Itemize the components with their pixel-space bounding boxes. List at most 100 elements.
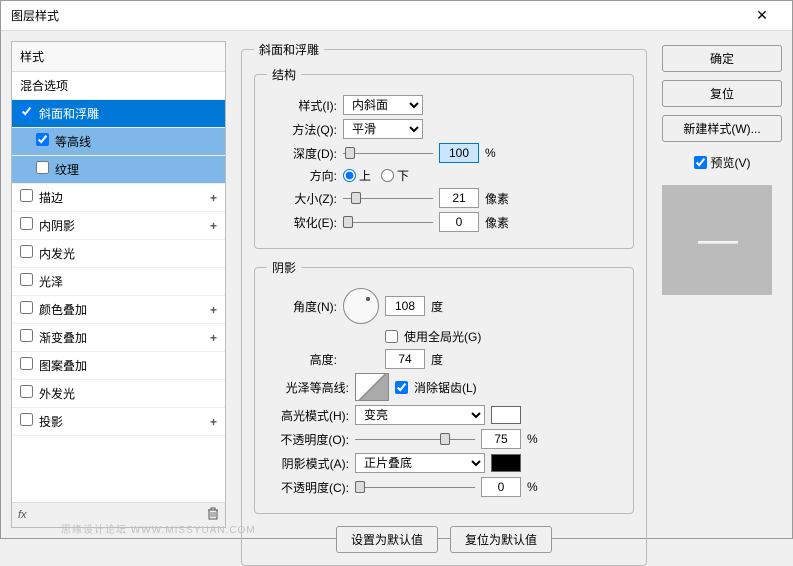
new-style-button[interactable]: 新建样式(W)... <box>662 115 782 142</box>
style-item-label: 纹理 <box>55 163 79 177</box>
style-checkbox[interactable] <box>20 217 33 230</box>
close-icon: ✕ <box>756 7 768 24</box>
shading-legend: 阴影 <box>267 259 301 276</box>
antialias-label: 消除锯齿(L) <box>414 379 477 396</box>
highlight-opacity-slider[interactable] <box>355 431 475 447</box>
style-item-3[interactable]: 纹理 <box>12 156 225 184</box>
style-checkbox[interactable] <box>20 357 33 370</box>
reset-default-button[interactable]: 复位为默认值 <box>450 526 552 553</box>
highlight-opacity-input[interactable] <box>481 429 521 449</box>
structure-legend: 结构 <box>267 66 301 83</box>
depth-input[interactable] <box>439 143 479 163</box>
direction-up[interactable]: 上 <box>343 167 371 184</box>
style-label: 样式(I): <box>267 97 337 114</box>
style-checkbox[interactable] <box>20 245 33 258</box>
global-light-label: 使用全局光(G) <box>404 328 481 345</box>
action-panel: 确定 复位 新建样式(W)... 预览(V) <box>662 41 782 528</box>
preview-checkbox[interactable] <box>694 156 707 169</box>
plus-icon[interactable]: + <box>210 415 217 429</box>
style-item-label: 描边 <box>39 191 63 205</box>
make-default-button[interactable]: 设置为默认值 <box>336 526 438 553</box>
direction-down-radio[interactable] <box>381 169 394 182</box>
structure-group: 结构 样式(I): 内斜面 方法(Q): 平滑 深度(D): % <box>254 66 634 249</box>
size-label: 大小(Z): <box>267 190 337 207</box>
shadow-mode-select[interactable]: 正片叠底 <box>355 453 485 473</box>
style-checkbox[interactable] <box>20 105 33 118</box>
altitude-unit: 度 <box>431 351 455 368</box>
depth-slider[interactable] <box>343 145 433 161</box>
shadow-opacity-input[interactable] <box>481 477 521 497</box>
style-checkbox[interactable] <box>20 273 33 286</box>
altitude-input[interactable] <box>385 349 425 369</box>
technique-select[interactable]: 平滑 <box>343 119 423 139</box>
altitude-label: 高度: <box>267 351 337 368</box>
soften-unit: 像素 <box>485 214 509 231</box>
style-item-10[interactable]: 图案叠加 <box>12 352 225 380</box>
soften-input[interactable] <box>439 212 479 232</box>
style-item-6[interactable]: 内发光 <box>12 240 225 268</box>
style-item-7[interactable]: 光泽 <box>12 268 225 296</box>
fx-icon[interactable]: fx <box>18 509 27 521</box>
plus-icon[interactable]: + <box>210 191 217 205</box>
plus-icon[interactable]: + <box>210 219 217 233</box>
depth-unit: % <box>485 146 509 160</box>
angle-dial[interactable] <box>343 288 379 324</box>
style-checkbox[interactable] <box>20 385 33 398</box>
highlight-color-swatch[interactable] <box>491 406 521 424</box>
highlight-mode-label: 高光模式(H): <box>267 407 349 424</box>
style-item-label: 等高线 <box>55 135 91 149</box>
style-checkbox[interactable] <box>20 329 33 342</box>
style-checkbox[interactable] <box>20 413 33 426</box>
style-checkbox[interactable] <box>20 189 33 202</box>
style-item-4[interactable]: 描边 + <box>12 184 225 212</box>
shadow-opacity-slider[interactable] <box>355 479 475 495</box>
shadow-color-swatch[interactable] <box>491 454 521 472</box>
preview-label: 预览(V) <box>711 154 751 171</box>
plus-icon[interactable]: + <box>210 331 217 345</box>
style-checkbox[interactable] <box>36 161 49 174</box>
soften-label: 软化(E): <box>267 214 337 231</box>
gloss-contour-picker[interactable] <box>355 373 389 401</box>
gloss-contour-label: 光泽等高线: <box>267 379 349 396</box>
highlight-opacity-label: 不透明度(O): <box>267 431 349 448</box>
direction-up-radio[interactable] <box>343 169 356 182</box>
highlight-mode-select[interactable]: 变亮 <box>355 405 485 425</box>
style-item-0[interactable]: 混合选项 <box>12 72 225 100</box>
preview-box <box>662 185 772 295</box>
styles-list: 混合选项斜面和浮雕等高线纹理描边+内阴影+内发光光泽颜色叠加+渐变叠加+图案叠加… <box>12 72 225 502</box>
shadow-mode-label: 阴影模式(A): <box>267 455 349 472</box>
global-light-checkbox[interactable] <box>385 330 398 343</box>
style-item-label: 颜色叠加 <box>39 303 87 317</box>
close-button[interactable]: ✕ <box>742 2 782 30</box>
settings-panel: 斜面和浮雕 结构 样式(I): 内斜面 方法(Q): 平滑 深度(D): <box>236 41 652 528</box>
size-slider[interactable] <box>343 190 433 206</box>
style-item-12[interactable]: 投影+ <box>12 408 225 436</box>
style-item-label: 混合选项 <box>20 79 68 93</box>
style-checkbox[interactable] <box>36 133 49 146</box>
soften-slider[interactable] <box>343 214 433 230</box>
shadow-opacity-unit: % <box>527 480 551 494</box>
plus-icon[interactable]: + <box>210 303 217 317</box>
titlebar: 图层样式 ✕ <box>1 1 792 31</box>
angle-unit: 度 <box>431 298 455 315</box>
style-item-1[interactable]: 斜面和浮雕 <box>12 100 225 128</box>
angle-input[interactable] <box>385 296 425 316</box>
style-select[interactable]: 内斜面 <box>343 95 423 115</box>
bevel-group-title: 斜面和浮雕 <box>254 41 324 58</box>
style-item-label: 光泽 <box>39 275 63 289</box>
size-input[interactable] <box>439 188 479 208</box>
antialias-checkbox[interactable] <box>395 381 408 394</box>
ok-button[interactable]: 确定 <box>662 45 782 72</box>
style-item-11[interactable]: 外发光 <box>12 380 225 408</box>
cancel-button[interactable]: 复位 <box>662 80 782 107</box>
style-item-8[interactable]: 颜色叠加 + <box>12 296 225 324</box>
style-item-label: 图案叠加 <box>39 359 87 373</box>
window-title: 图层样式 <box>11 7 59 24</box>
style-item-label: 渐变叠加 <box>39 331 87 345</box>
direction-down[interactable]: 下 <box>381 167 409 184</box>
style-item-5[interactable]: 内阴影+ <box>12 212 225 240</box>
style-item-9[interactable]: 渐变叠加 + <box>12 324 225 352</box>
style-item-2[interactable]: 等高线 <box>12 128 225 156</box>
angle-label: 角度(N): <box>267 298 337 315</box>
style-checkbox[interactable] <box>20 301 33 314</box>
